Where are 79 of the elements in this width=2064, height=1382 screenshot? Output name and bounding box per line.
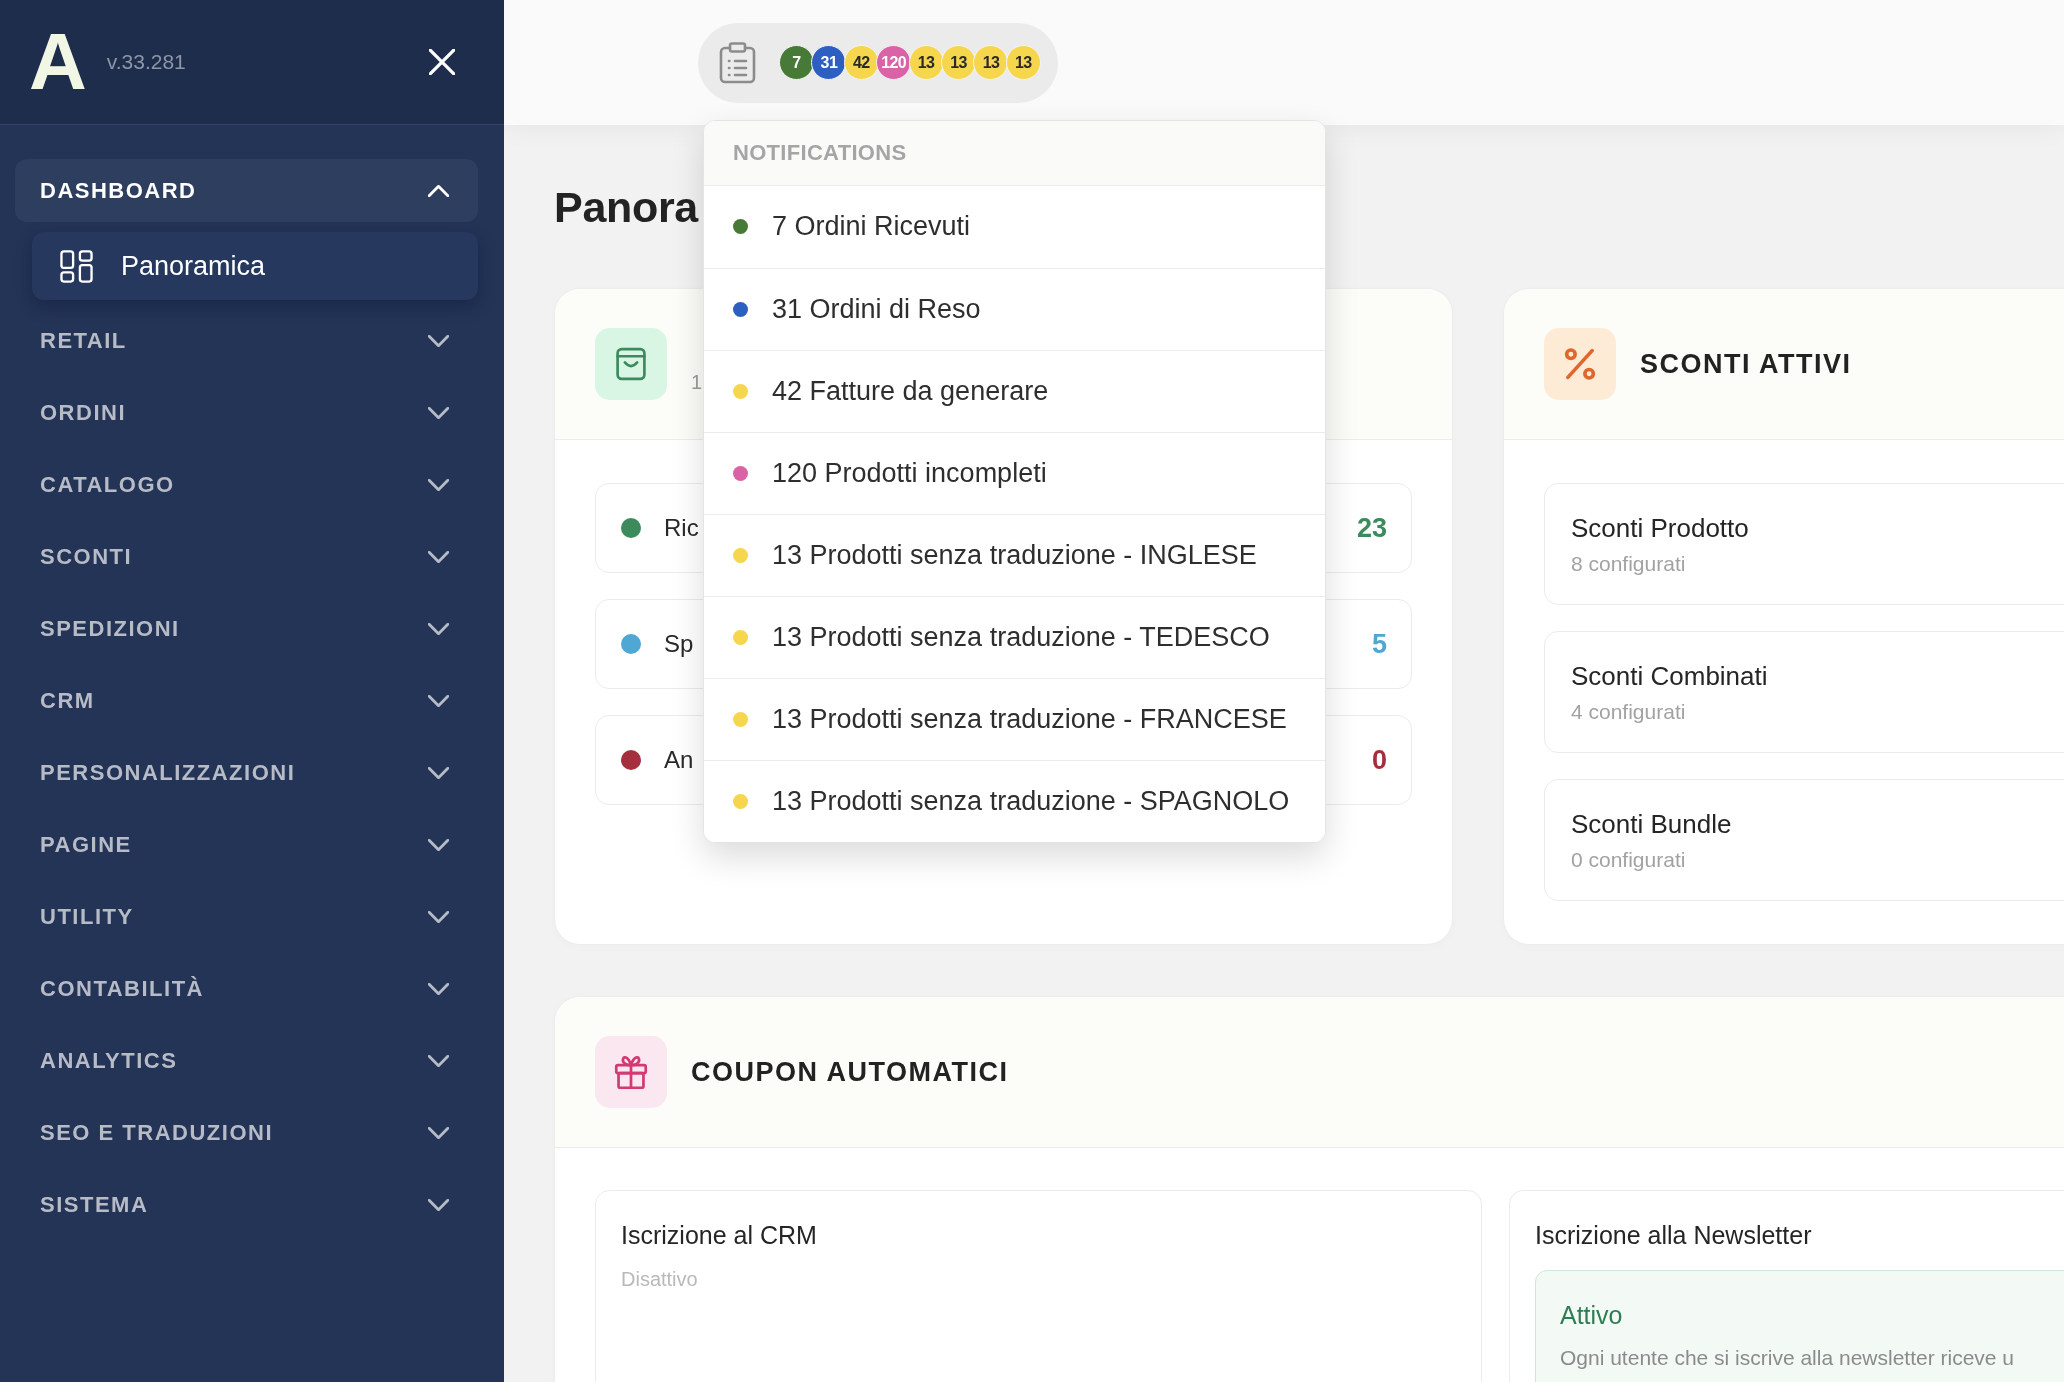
count-badge: 13	[973, 45, 1009, 80]
count-badge: 13	[908, 45, 944, 80]
notification-item[interactable]: 31 Ordini di Reso	[704, 267, 1325, 350]
rule-title: Iscrizione al CRM	[621, 1221, 817, 1250]
nav-group[interactable]: CRM	[15, 665, 478, 737]
item-count: 0 configurati	[1571, 847, 1686, 872]
gift-icon	[595, 1036, 667, 1108]
item-title: Sconti Prodotto	[1571, 512, 1749, 544]
close-icon	[429, 49, 455, 75]
chevron-down-icon	[428, 1127, 449, 1139]
notification-item[interactable]: 13 Prodotti senza traduzione - FRANCESE	[704, 677, 1325, 760]
item-count: 4 configurati	[1571, 699, 1686, 724]
card-subtitle: 1	[691, 370, 703, 394]
nav-group[interactable]: SEO E TRADUZIONI	[15, 1097, 478, 1169]
rule-description: Ogni utente che si iscrive alla newsletter riceve u	[1560, 1346, 2015, 1370]
discount-item[interactable]: Sconti Prodotto 8 configurati	[1544, 483, 2064, 605]
notification-item[interactable]: 7 Ordini Ricevuti	[704, 185, 1325, 268]
nav-group[interactable]: CONTABILITÀ	[15, 953, 478, 1025]
nav-group[interactable]: ANALYTICS	[15, 1025, 478, 1097]
chevron-down-icon	[428, 695, 449, 707]
nav-group[interactable]: DASHBOARD	[15, 159, 478, 222]
nav-group[interactable]: CATALOGO	[15, 449, 478, 521]
nav-group[interactable]: SCONTI	[15, 521, 478, 593]
count-badge: 13	[1005, 45, 1041, 80]
chevron-down-icon	[428, 407, 449, 419]
item-title: Sconti Bundle	[1571, 808, 1732, 840]
nav-group[interactable]: ORDINI	[15, 377, 478, 449]
status-label: Attivo	[1560, 1301, 1623, 1330]
status-count: 0	[1371, 744, 1387, 776]
chevron-down-icon	[428, 335, 449, 347]
card-title: SCONTI ATTIVI	[1640, 348, 1852, 380]
page-title: Panora	[554, 186, 698, 229]
status-count: 5	[1371, 628, 1387, 660]
status-label: Ric	[664, 514, 699, 542]
grid-icon	[60, 249, 93, 283]
notifications-button[interactable]: 7 31 42 120 13 13 13 13	[698, 22, 1058, 103]
item-count: 8 configurati	[1571, 551, 1686, 576]
nav-group[interactable]: RETAIL	[15, 305, 478, 377]
chevron-down-icon	[428, 1055, 449, 1067]
card-title: COUPON AUTOMATICI	[691, 1056, 1009, 1088]
count-badge: 120	[876, 45, 912, 80]
nav-item[interactable]: Panoramica	[32, 232, 478, 300]
chevron-down-icon	[428, 1199, 449, 1211]
discount-item[interactable]: Sconti Bundle 0 configurati	[1544, 779, 2064, 901]
clipboard-icon	[719, 41, 756, 84]
logo[interactable]: A	[29, 22, 87, 102]
status-label: Sp	[664, 630, 694, 658]
chevron-down-icon	[428, 911, 449, 923]
shopping-bag-icon	[595, 328, 667, 400]
chevron-down-icon	[428, 623, 449, 635]
notification-item[interactable]: 42 Fatture da generare	[704, 349, 1325, 432]
count-badge: 7	[779, 45, 814, 80]
status-label: An	[664, 746, 694, 774]
version-label: v.33.281	[106, 50, 186, 74]
notification-item[interactable]: 13 Prodotti senza traduzione - TEDESCO	[704, 595, 1325, 678]
count-badge: 31	[811, 45, 847, 80]
dropdown-title: NOTIFICATIONS	[704, 120, 1325, 186]
status-count: 23	[1356, 512, 1387, 544]
count-badge: 42	[843, 45, 879, 80]
nav-group[interactable]: UTILITY	[15, 881, 478, 953]
item-title: Sconti Combinati	[1571, 660, 1768, 692]
chevron-down-icon	[428, 767, 449, 779]
nav-group[interactable]: PERSONALIZZAZIONI	[15, 737, 478, 809]
chevron-down-icon	[428, 983, 449, 995]
status-label: Disattivo	[621, 1268, 698, 1291]
nav-group[interactable]: SPEDIZIONI	[15, 593, 478, 665]
nav-group[interactable]: SISTEMA	[15, 1169, 478, 1241]
nav-group[interactable]: PAGINE	[15, 809, 478, 881]
chevron-down-icon	[428, 479, 449, 491]
percent-icon	[1544, 328, 1616, 400]
rule-title: Iscrizione alla Newsletter	[1535, 1221, 1812, 1250]
chevron-down-icon	[428, 839, 449, 851]
chevron-down-icon	[428, 551, 449, 563]
notification-item[interactable]: 13 Prodotti senza traduzione - INGLESE	[704, 513, 1325, 596]
chevron-up-icon	[428, 184, 449, 197]
count-badge: 13	[941, 45, 977, 80]
discount-item[interactable]: Sconti Combinati 4 configurati	[1544, 631, 2064, 753]
notification-item[interactable]: 13 Prodotti senza traduzione - SPAGNOLO	[704, 759, 1325, 842]
notification-item[interactable]: 120 Prodotti incompleti	[704, 431, 1325, 514]
